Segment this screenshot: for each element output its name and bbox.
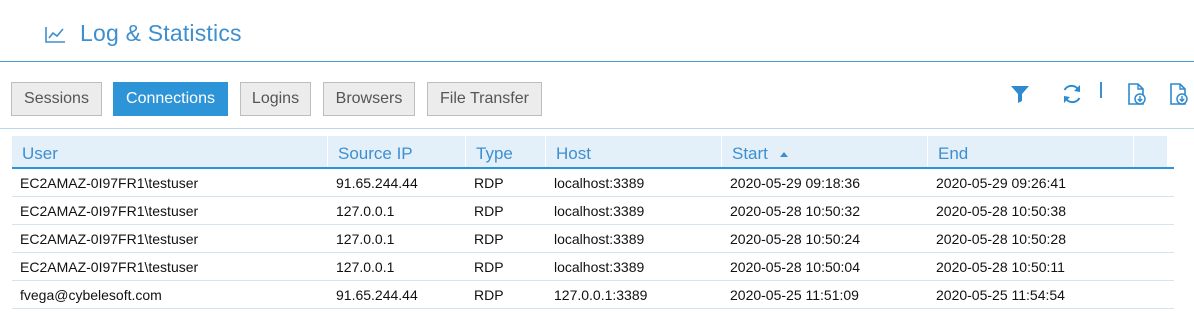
column-header-start[interactable]: Start — [722, 136, 928, 167]
cell-type: RDP — [474, 258, 504, 275]
connections-table: User Source IP Type Host Start End EC2AM… — [12, 136, 1174, 309]
column-header-spacer — [1134, 136, 1168, 167]
table-header-row: User Source IP Type Host Start End — [12, 136, 1174, 169]
table-row[interactable]: EC2AMAZ-0I97FR1\testuser 127.0.0.1 RDP l… — [12, 253, 1174, 281]
column-header-end[interactable]: End — [928, 136, 1134, 167]
toolbar: Sessions Connections Logins Browsers Fil… — [0, 62, 1194, 129]
cell-type: RDP — [474, 202, 504, 219]
column-header-type[interactable]: Type — [466, 136, 546, 167]
table-row[interactable]: EC2AMAZ-0I97FR1\testuser 127.0.0.1 RDP l… — [12, 225, 1174, 253]
cell-user: EC2AMAZ-0I97FR1\testuser — [20, 230, 199, 247]
cell-source-ip: 91.65.244.44 — [336, 174, 418, 191]
tab-file-transfer[interactable]: File Transfer — [427, 82, 542, 116]
line-chart-icon — [45, 27, 65, 43]
cell-source-ip: 127.0.0.1 — [336, 230, 395, 247]
cell-user: EC2AMAZ-0I97FR1\testuser — [20, 202, 199, 219]
cell-start: 2020-05-28 10:50:24 — [730, 230, 860, 247]
export-pdf-icon[interactable] — [1124, 82, 1148, 106]
filter-icon[interactable] — [1008, 82, 1032, 106]
tab-sessions[interactable]: Sessions — [11, 82, 102, 116]
cell-user: fvega@cybelesoft.com — [20, 286, 162, 303]
cell-host: localhost:3389 — [554, 202, 645, 219]
cell-source-ip: 127.0.0.1 — [336, 258, 395, 275]
sort-ascending-icon — [779, 152, 788, 157]
cell-start: 2020-05-28 10:50:04 — [730, 258, 860, 275]
cell-start: 2020-05-28 10:50:32 — [730, 202, 860, 219]
cell-host: localhost:3389 — [554, 174, 645, 191]
table-row[interactable]: EC2AMAZ-0I97FR1\testuser 91.65.244.44 RD… — [12, 169, 1174, 197]
refresh-icon[interactable] — [1060, 82, 1084, 106]
cell-user: EC2AMAZ-0I97FR1\testuser — [20, 174, 199, 191]
cell-type: RDP — [474, 286, 504, 303]
cell-source-ip: 91.65.244.44 — [336, 286, 418, 303]
cell-host: localhost:3389 — [554, 258, 645, 275]
page-title: Log & Statistics — [80, 20, 242, 46]
tab-connections[interactable]: Connections — [113, 82, 228, 116]
column-header-user[interactable]: User — [12, 136, 328, 167]
tab-browsers[interactable]: Browsers — [323, 82, 415, 116]
table-row[interactable]: EC2AMAZ-0I97FR1\testuser 127.0.0.1 RDP l… — [12, 197, 1174, 225]
cell-end: 2020-05-28 10:50:11 — [936, 258, 1065, 275]
toolbar-separator — [1100, 82, 1102, 98]
column-header-host[interactable]: Host — [546, 136, 722, 167]
table-row[interactable]: fvega@cybelesoft.com 91.65.244.44 RDP 12… — [12, 281, 1174, 309]
cell-type: RDP — [474, 230, 504, 247]
page-header: Log & Statistics — [0, 0, 1194, 62]
cell-user: EC2AMAZ-0I97FR1\testuser — [20, 258, 199, 275]
cell-type: RDP — [474, 174, 504, 191]
cell-end: 2020-05-25 11:54:54 — [936, 286, 1065, 303]
export-csv-icon[interactable] — [1166, 82, 1190, 106]
cell-start: 2020-05-25 11:51:09 — [730, 286, 859, 303]
cell-end: 2020-05-28 10:50:28 — [936, 230, 1066, 247]
cell-source-ip: 127.0.0.1 — [336, 202, 395, 219]
cell-end: 2020-05-29 09:26:41 — [936, 174, 1066, 191]
column-header-source-ip[interactable]: Source IP — [328, 136, 466, 167]
cell-start: 2020-05-29 09:18:36 — [730, 174, 860, 191]
cell-end: 2020-05-28 10:50:38 — [936, 202, 1066, 219]
cell-host: localhost:3389 — [554, 230, 645, 247]
tab-logins[interactable]: Logins — [240, 82, 311, 116]
cell-host: 127.0.0.1:3389 — [554, 286, 648, 303]
